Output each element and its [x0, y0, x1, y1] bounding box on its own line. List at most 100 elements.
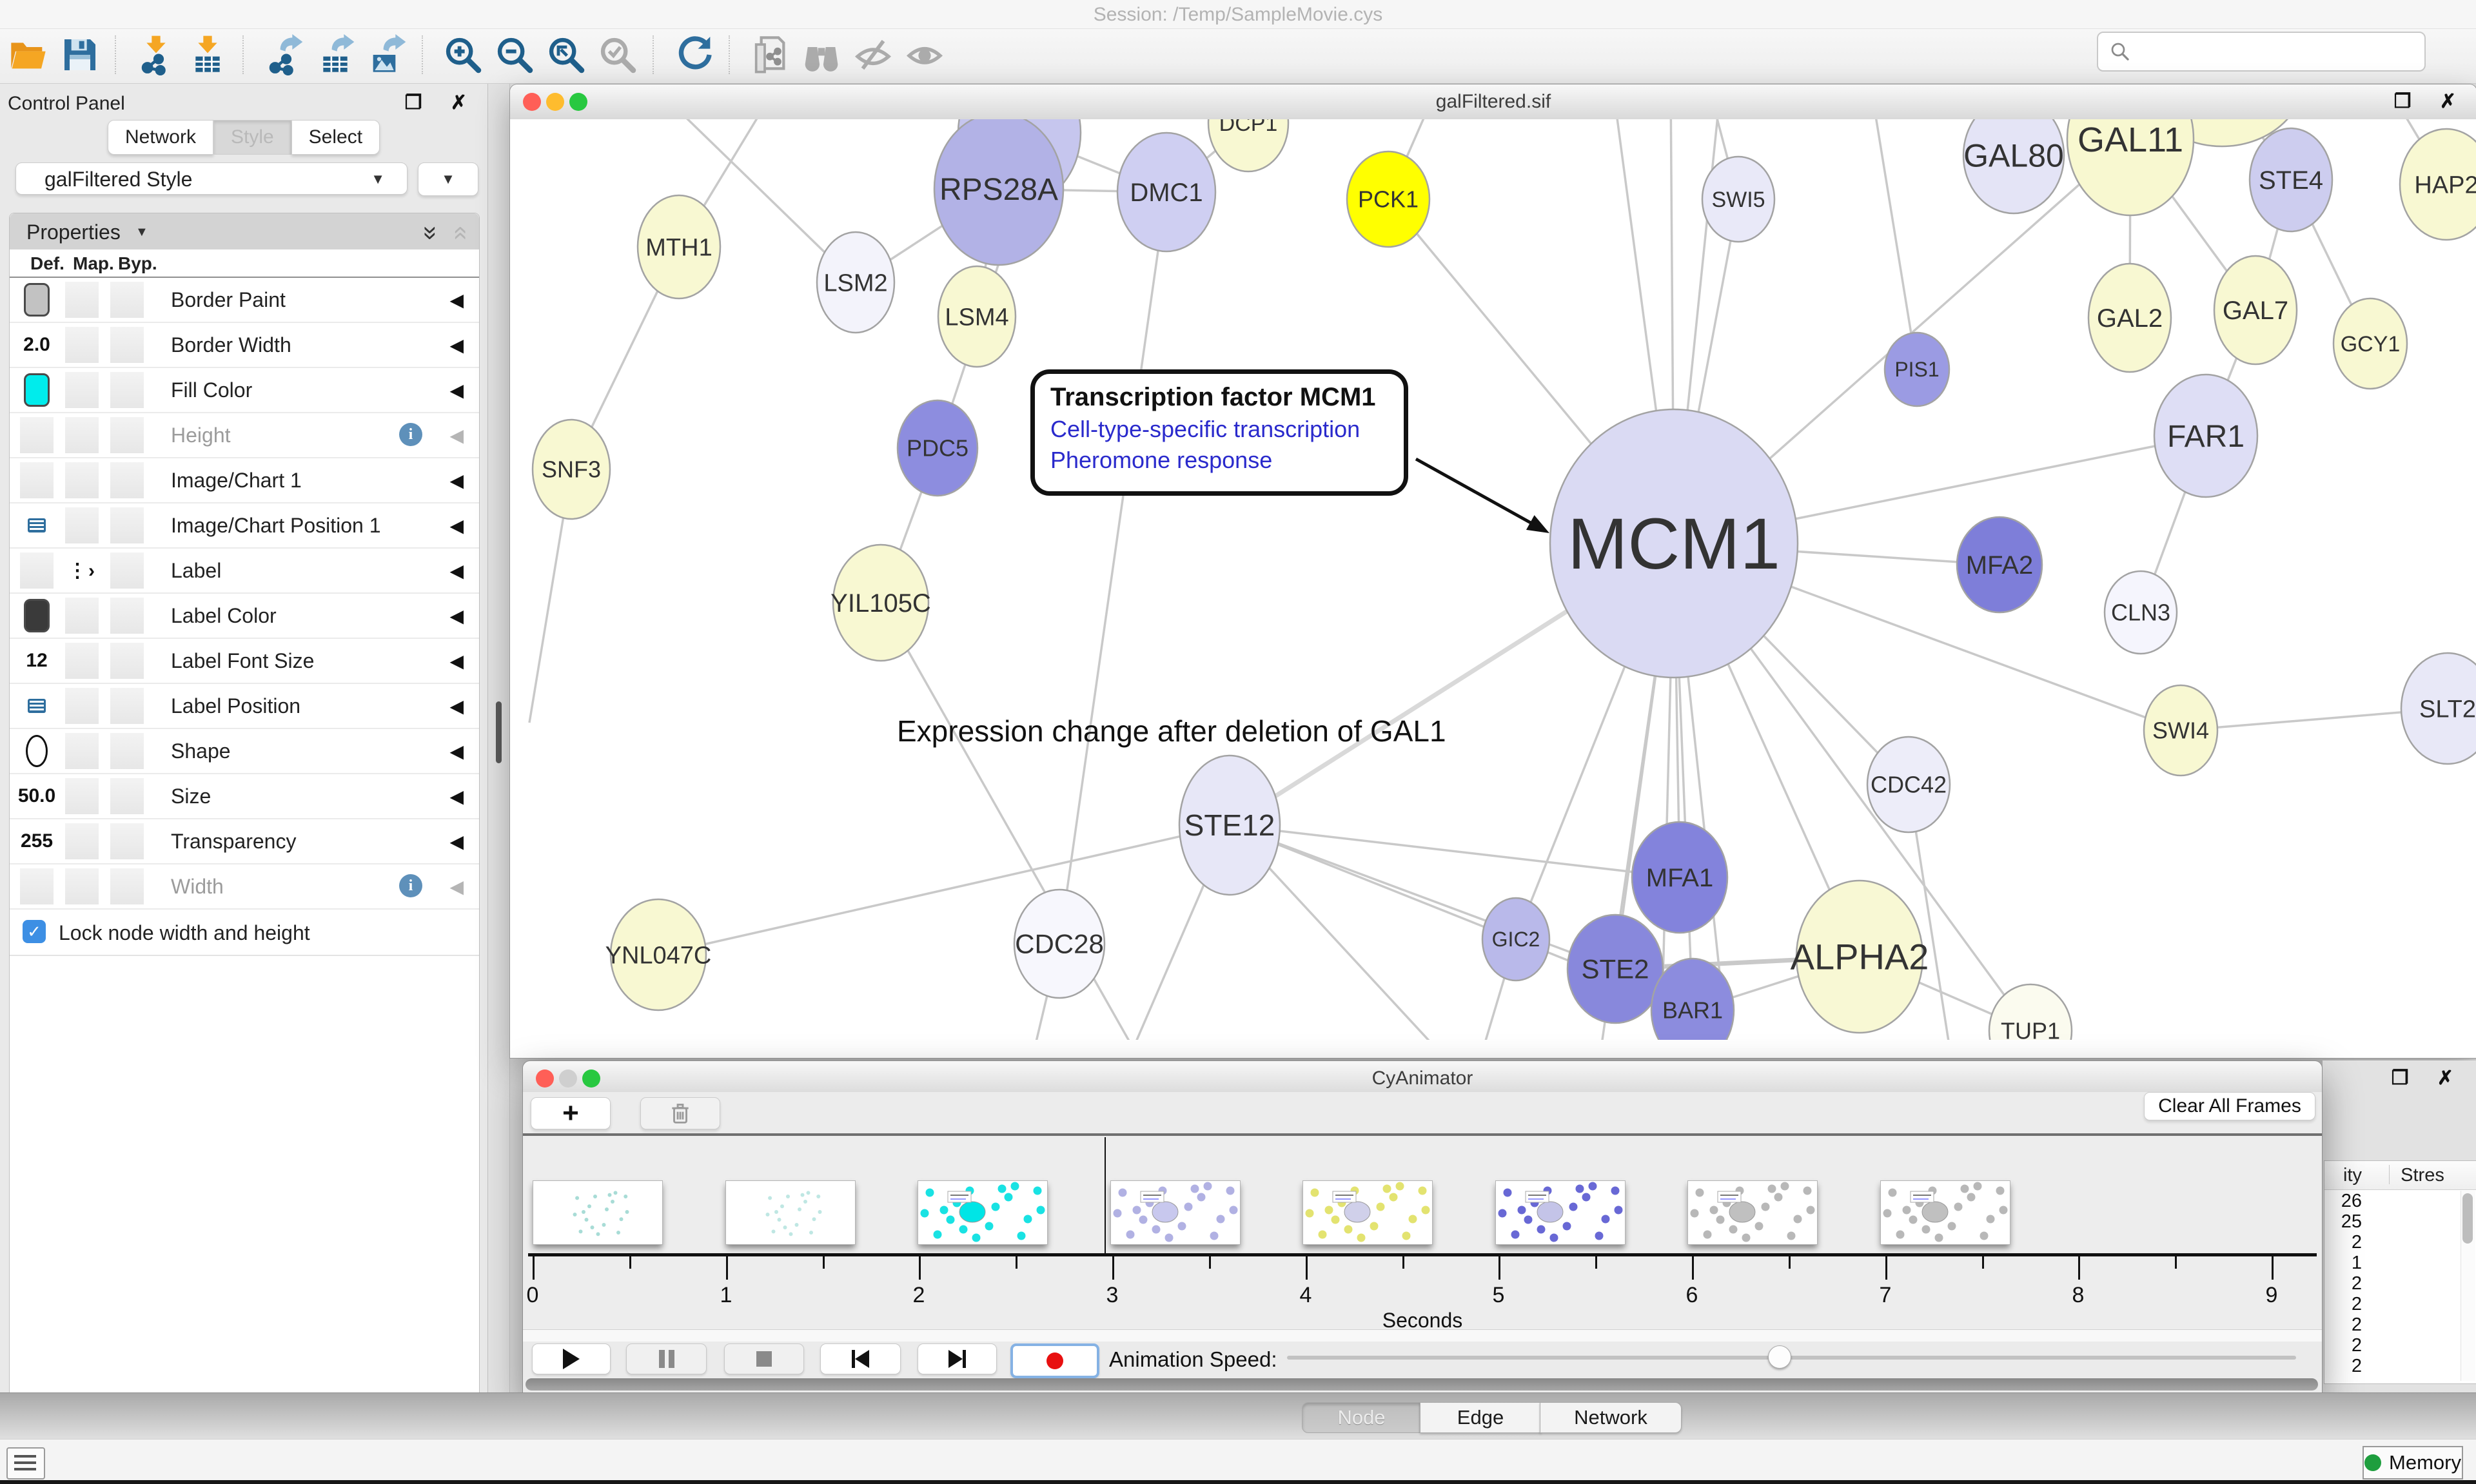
mapping-cell[interactable]: [65, 507, 99, 543]
mapping-cell[interactable]: [65, 282, 99, 318]
frame-thumbnail-6[interactable]: [1687, 1180, 1818, 1245]
node-gal80[interactable]: GAL80: [1963, 119, 2064, 213]
binoculars-icon[interactable]: [801, 34, 842, 75]
node-rps28a[interactable]: RPS28A: [934, 119, 1063, 265]
expand-row-icon[interactable]: ◀: [449, 605, 464, 627]
mapping-cell[interactable]: [65, 688, 99, 724]
pause-button[interactable]: [626, 1343, 707, 1374]
annotation-link[interactable]: Cell-type-specific transcription: [1050, 416, 1404, 443]
step-back-button[interactable]: [820, 1343, 901, 1374]
bypass-cell[interactable]: [110, 688, 144, 724]
properties-header[interactable]: Properties ▼ » »: [10, 213, 479, 250]
col-header-ity[interactable]: ity: [2324, 1165, 2362, 1186]
table-row[interactable]: 2: [2324, 1356, 2389, 1376]
mapping-cell[interactable]: [65, 598, 99, 634]
expand-row-icon[interactable]: ◀: [449, 876, 464, 897]
frame-thumbnail-0[interactable]: [533, 1180, 663, 1245]
network-graph[interactable]: DCP1RPS28ADMC1PCK1SWI5GAL80GAL11STE4HAP2…: [510, 119, 2476, 1040]
bypass-cell[interactable]: [110, 552, 144, 589]
zoom-selected-icon[interactable]: [597, 34, 638, 75]
node-dmc1[interactable]: DMC1: [1117, 133, 1215, 251]
network-edge[interactable]: [1059, 192, 1166, 944]
bypass-cell[interactable]: [110, 823, 144, 859]
annotation-link[interactable]: Pheromone response: [1050, 447, 1404, 474]
default-value-cell[interactable]: 12: [20, 643, 54, 679]
bypass-cell[interactable]: [110, 327, 144, 363]
node-pis1[interactable]: PIS1: [1885, 333, 1949, 406]
show-eye-icon[interactable]: [904, 34, 945, 75]
expand-all-icon[interactable]: »: [416, 226, 445, 240]
clear-all-frames-button[interactable]: Clear All Frames: [2144, 1092, 2315, 1120]
frame-thumbnail-7[interactable]: [1880, 1180, 2010, 1245]
table-row[interactable]: 2: [2324, 1273, 2389, 1294]
cyanimator-timeline[interactable]: 0123456789 Seconds: [523, 1136, 2322, 1329]
property-row-transparency[interactable]: 255Transparency◀: [10, 819, 479, 864]
network-window-titlebar[interactable]: galFiltered.sif ❐ ✗: [510, 84, 2476, 120]
search-input[interactable]: [2097, 32, 2426, 72]
property-row-label[interactable]: ⋮›Label◀: [10, 549, 479, 594]
mapping-cell[interactable]: [65, 417, 99, 453]
export-image-icon[interactable]: [366, 34, 408, 75]
bypass-cell[interactable]: [110, 733, 144, 769]
node-dcp1[interactable]: DCP1: [1208, 119, 1288, 171]
node-hap2[interactable]: HAP2: [2400, 129, 2476, 240]
tab-node-table[interactable]: Node Table: [1302, 1402, 1421, 1433]
add-frame-button[interactable]: +: [531, 1097, 611, 1129]
folder-open-icon[interactable]: [8, 34, 49, 75]
hide-eye-icon[interactable]: [852, 34, 894, 75]
expand-row-icon[interactable]: ◀: [449, 696, 464, 717]
expand-row-icon[interactable]: ◀: [449, 560, 464, 581]
node-alpha2[interactable]: ALPHA2: [1791, 881, 1929, 1033]
property-row-width[interactable]: Widthi◀: [10, 864, 479, 910]
tab-network-table[interactable]: Network Table: [1540, 1402, 1682, 1433]
default-value-cell[interactable]: [20, 372, 54, 408]
property-row-image-chart-1[interactable]: Image/Chart 1◀: [10, 458, 479, 503]
frame-thumbnail-5[interactable]: [1495, 1180, 1626, 1245]
table-row[interactable]: 2: [2324, 1232, 2389, 1253]
default-value-cell[interactable]: [20, 462, 54, 498]
window-float-close-icons[interactable]: ❐ ✗: [2394, 90, 2468, 113]
node-yil105c[interactable]: YIL105C: [830, 545, 931, 661]
splitter-handle[interactable]: [496, 701, 502, 763]
node-gic2[interactable]: GIC2: [1482, 898, 1549, 981]
default-value-cell[interactable]: [20, 552, 54, 589]
delete-frame-button[interactable]: [640, 1097, 720, 1129]
export-network-icon[interactable]: [263, 34, 304, 75]
mapping-cell[interactable]: [65, 643, 99, 679]
bypass-cell[interactable]: [110, 417, 144, 453]
node-ste4[interactable]: STE4: [2250, 128, 2332, 231]
bypass-cell[interactable]: [110, 868, 144, 904]
default-value-cell[interactable]: [20, 598, 54, 634]
node-swi5[interactable]: SWI5: [1702, 157, 1774, 242]
mapping-cell[interactable]: [65, 778, 99, 814]
panel-splitter[interactable]: [488, 84, 510, 1392]
results-vscrollbar[interactable]: [2461, 1191, 2475, 1381]
frame-thumbnail-4[interactable]: [1302, 1180, 1433, 1245]
tab-network[interactable]: Network: [108, 120, 213, 155]
record-button[interactable]: [1010, 1343, 1099, 1378]
playhead[interactable]: [1105, 1137, 1106, 1253]
play-button[interactable]: [532, 1343, 611, 1374]
node-far1[interactable]: FAR1: [2154, 375, 2257, 497]
node-ste2[interactable]: STE2: [1567, 915, 1663, 1023]
results-table-header[interactable]: ity Stres: [2324, 1161, 2476, 1190]
property-row-height[interactable]: Heighti◀: [10, 413, 479, 458]
network-canvas[interactable]: DCP1RPS28ADMC1PCK1SWI5GAL80GAL11STE4HAP2…: [510, 119, 2476, 1040]
cyanimator-titlebar[interactable]: CyAnimator: [523, 1061, 2322, 1097]
expand-row-icon[interactable]: ◀: [449, 380, 464, 401]
mapping-cell[interactable]: [65, 868, 99, 904]
bypass-cell[interactable]: [110, 598, 144, 634]
property-row-shape[interactable]: Shape◀: [10, 729, 479, 774]
property-row-label-font-size[interactable]: 12Label Font Size◀: [10, 639, 479, 684]
node-lsm4[interactable]: LSM4: [938, 266, 1016, 367]
property-row-label-position[interactable]: Label Position◀: [10, 684, 479, 729]
expand-row-icon[interactable]: ◀: [449, 650, 464, 672]
node-mcm1[interactable]: MCM1: [1550, 409, 1798, 678]
save-icon[interactable]: [59, 34, 101, 75]
table-row[interactable]: 26: [2324, 1191, 2389, 1211]
cyanimator-hscrollbar[interactable]: [526, 1378, 2318, 1391]
node-gcy1[interactable]: GCY1: [2334, 298, 2407, 389]
frame-thumbnail-2[interactable]: [918, 1180, 1048, 1245]
expand-row-icon[interactable]: ◀: [449, 831, 464, 852]
col-header-stress[interactable]: Stres: [2392, 1165, 2453, 1186]
